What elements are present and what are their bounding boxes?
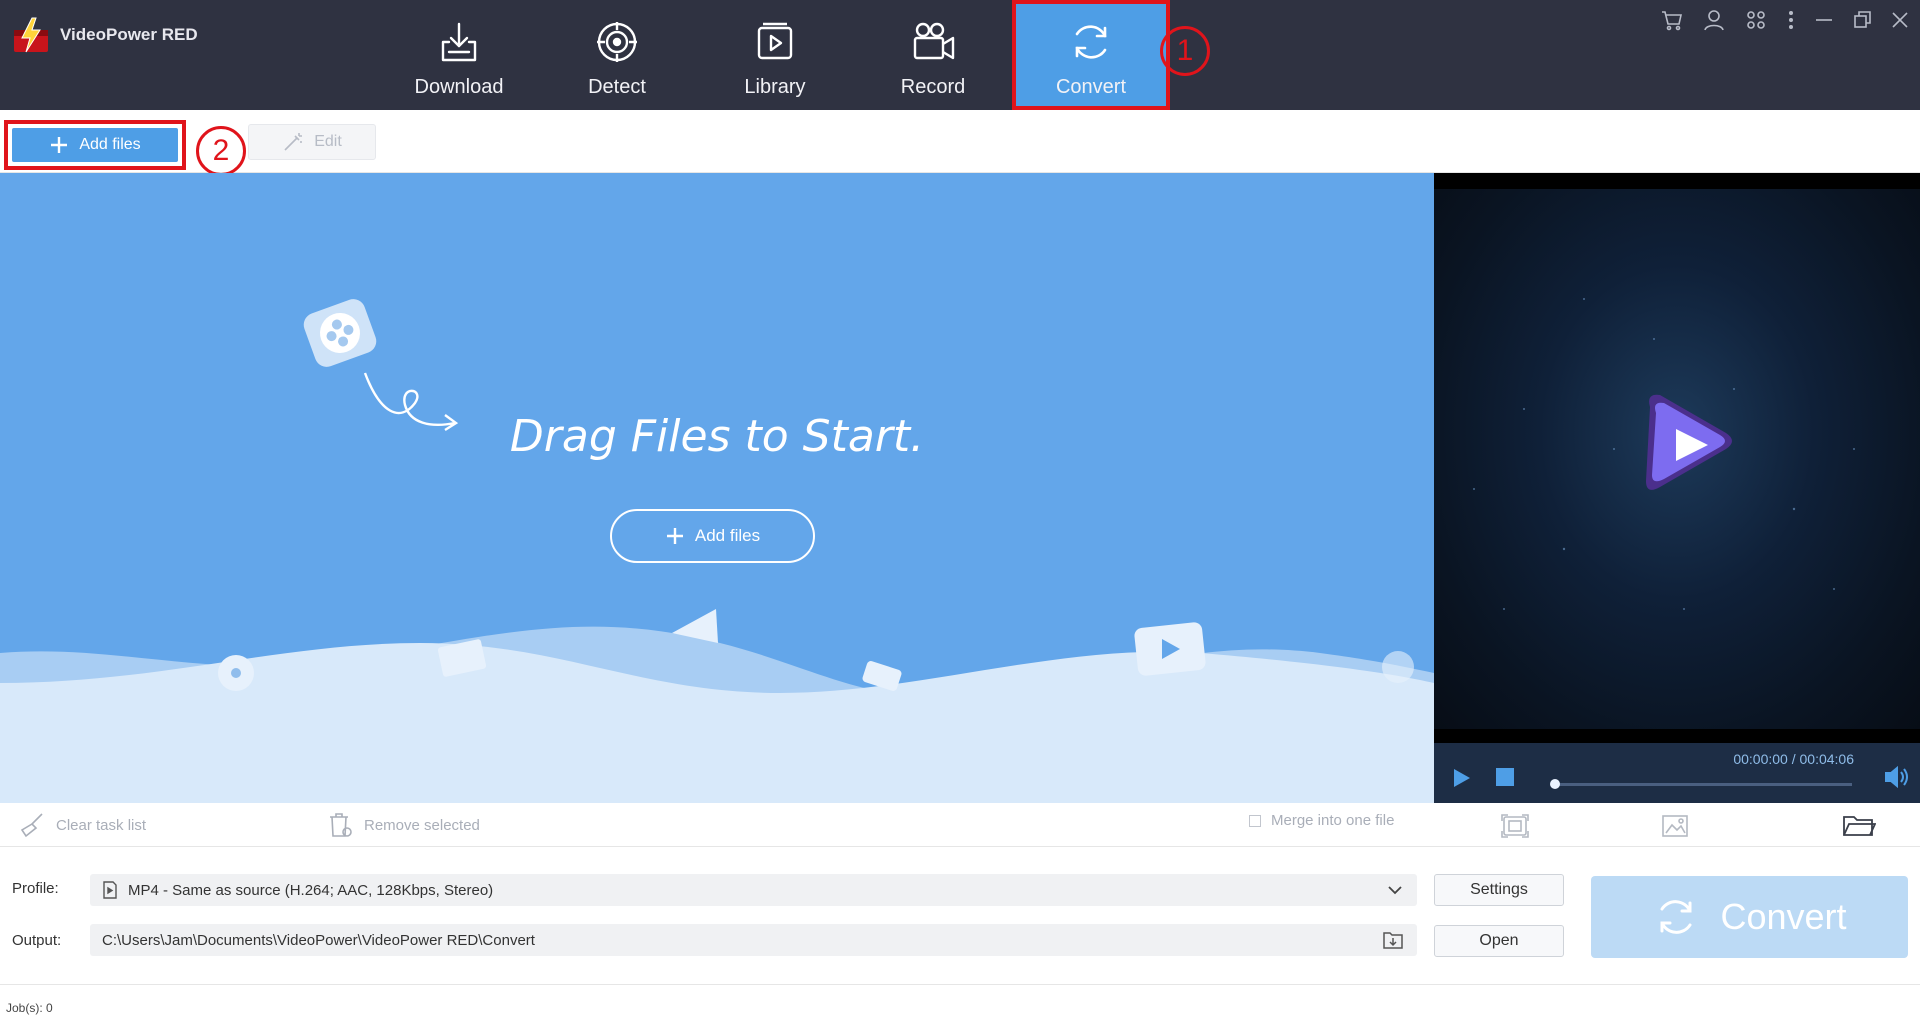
- player-controls: 00:00:00 / 00:04:06: [1434, 743, 1920, 803]
- annotation-number: 1: [1176, 34, 1194, 67]
- broom-icon: [20, 813, 43, 838]
- play-icon[interactable]: [1452, 767, 1472, 789]
- folder-icon[interactable]: [1842, 813, 1876, 839]
- add-files-label: Add files: [79, 136, 141, 153]
- download-icon: [441, 22, 477, 62]
- profile-select[interactable]: MP4 - Same as source (H.264; AAC, 128Kbp…: [90, 874, 1417, 906]
- merge-label: Merge into one file: [1271, 812, 1395, 829]
- main-nav: Download Detect Library Record Convert: [380, 0, 1170, 110]
- snapshot-icon[interactable]: [1500, 813, 1530, 839]
- time-readout: 00:00:00 / 00:04:06: [1733, 751, 1854, 767]
- add-files-button[interactable]: Add files: [12, 128, 178, 162]
- task-list-actions: Clear task list Remove selected Merge in…: [0, 803, 1434, 847]
- nav-record[interactable]: Record: [854, 0, 1012, 110]
- preview-player: 00:00:00 / 00:04:06: [1434, 173, 1920, 803]
- preview-screen: [1434, 189, 1920, 729]
- settings-label: Settings: [1470, 881, 1528, 898]
- trash-icon: [330, 813, 352, 837]
- jobs-count: Job(s): 0: [6, 1001, 53, 1015]
- clear-task-list-label: Clear task list: [56, 816, 147, 834]
- drag-files-text: Drag Files to Start.: [509, 411, 925, 462]
- nav-label: Convert: [1055, 76, 1127, 98]
- stop-icon[interactable]: [1496, 768, 1514, 786]
- center-add-files-button[interactable]: Add files: [610, 509, 815, 563]
- image-icon[interactable]: [1660, 813, 1690, 839]
- video-file-icon: [103, 881, 117, 899]
- user-icon[interactable]: [1702, 8, 1726, 32]
- merge-checkbox[interactable]: [1249, 814, 1261, 827]
- apps-icon[interactable]: [1744, 8, 1768, 32]
- annotation-number: 2: [212, 134, 230, 167]
- app-title: VideoPower RED: [60, 25, 198, 44]
- more-menu-icon[interactable]: [1786, 8, 1796, 32]
- clear-task-list-button[interactable]: Clear task list: [18, 812, 146, 838]
- magic-wand-icon: [284, 133, 303, 151]
- library-icon: [757, 22, 793, 60]
- settings-button[interactable]: Settings: [1434, 874, 1564, 906]
- output-label: Output:: [12, 932, 62, 949]
- output-path-value: C:\Users\Jam\Documents\VideoPower\VideoP…: [102, 931, 535, 949]
- preview-tools: [1434, 803, 1920, 847]
- add-files-highlight: Add files: [4, 120, 186, 170]
- remove-selected-label: Remove selected: [364, 816, 480, 834]
- volume-icon[interactable]: [1884, 765, 1912, 789]
- close-icon[interactable]: [1890, 8, 1910, 32]
- nav-label: Record: [900, 76, 966, 98]
- minimize-icon[interactable]: [1814, 8, 1834, 32]
- record-icon: [913, 22, 955, 60]
- nav-convert[interactable]: Convert: [1012, 0, 1170, 110]
- seek-handle[interactable]: [1550, 779, 1560, 789]
- status-bar: Job(s): 0: [0, 984, 1920, 1029]
- nav-library[interactable]: Library: [696, 0, 854, 110]
- convert-button[interactable]: Convert: [1591, 876, 1908, 958]
- restore-icon[interactable]: [1852, 8, 1872, 32]
- chevron-down-icon[interactable]: [1387, 884, 1403, 896]
- remove-selected-button[interactable]: Remove selected: [326, 812, 480, 838]
- cart-icon[interactable]: [1660, 8, 1684, 32]
- drop-zone[interactable]: Drag Files to Start. Add files: [0, 173, 1434, 803]
- nav-detect[interactable]: Detect: [538, 0, 696, 110]
- top-bar: VideoPower RED Download Detect Library R…: [0, 0, 1920, 110]
- convert-icon: [1660, 900, 1692, 934]
- nav-label: Detect: [588, 76, 646, 98]
- annotation-step-2: 2: [196, 126, 246, 176]
- logo-icon: [14, 17, 48, 53]
- center-add-files-label: Add files: [694, 526, 761, 545]
- dropzone-background: [0, 299, 1434, 803]
- film-reel-icon: [303, 299, 377, 367]
- edit-label: Edit: [314, 133, 342, 150]
- nav-label: Library: [744, 76, 806, 98]
- profile-label: Profile:: [12, 880, 59, 897]
- edit-button[interactable]: Edit: [248, 124, 376, 160]
- detect-icon: [597, 22, 637, 62]
- convert-icon: [1075, 25, 1107, 59]
- save-folder-icon[interactable]: [1383, 931, 1403, 949]
- output-path-field[interactable]: C:\Users\Jam\Documents\VideoPower\VideoP…: [90, 924, 1417, 956]
- play-logo-icon: [1646, 394, 1732, 490]
- toolbar: Add files 2 Edit: [0, 110, 1920, 176]
- starfield: [1473, 298, 1855, 610]
- profile-value: MP4 - Same as source (H.264; AAC, 128Kbp…: [128, 881, 494, 899]
- plus-icon: [666, 528, 683, 544]
- merge-option[interactable]: Merge into one file: [1249, 812, 1394, 829]
- nav-download[interactable]: Download: [380, 0, 538, 110]
- output-settings: Profile: MP4 - Same as source (H.264; AA…: [0, 848, 1920, 983]
- app-window: VideoPower RED Download Detect Library R…: [0, 0, 1920, 1029]
- app-logo: VideoPower RED: [12, 16, 198, 54]
- window-controls: [1660, 8, 1910, 32]
- open-label: Open: [1479, 932, 1519, 949]
- convert-button-label: Convert: [1720, 896, 1847, 937]
- plus-icon: [51, 137, 68, 153]
- seek-bar[interactable]: [1552, 783, 1852, 786]
- annotation-step-1: 1: [1160, 26, 1210, 76]
- open-button[interactable]: Open: [1434, 925, 1564, 957]
- nav-label: Download: [414, 76, 504, 98]
